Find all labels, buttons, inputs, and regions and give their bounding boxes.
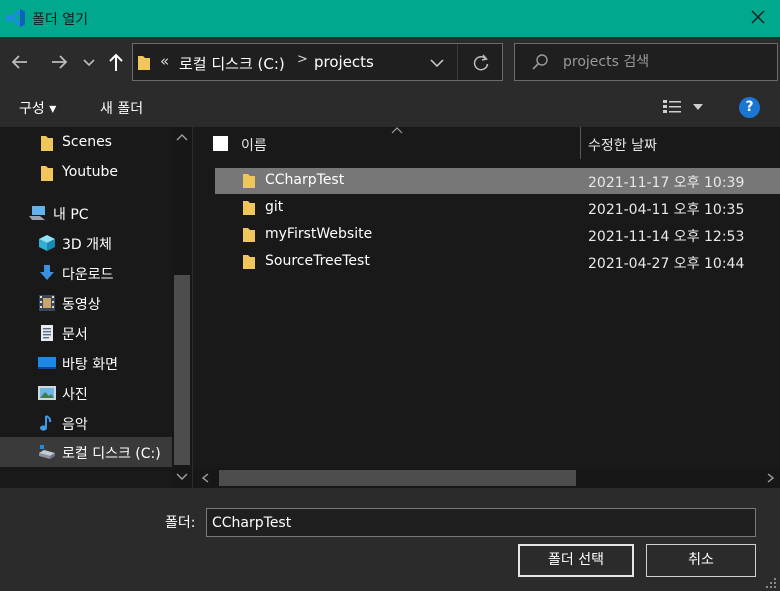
pc-icon bbox=[29, 206, 45, 220]
horizontal-scrollbar[interactable] bbox=[193, 468, 780, 488]
nav-item-music[interactable]: 음악 bbox=[0, 408, 172, 438]
file-name: CCharpTest bbox=[265, 172, 345, 188]
file-row[interactable]: SourceTreeTest 2021-04-27 오후 10:44 bbox=[215, 249, 780, 275]
horizontal-scroll-thumb[interactable] bbox=[219, 470, 576, 486]
document-icon bbox=[41, 325, 53, 341]
nav-item-label: 3D 개체 bbox=[62, 237, 112, 253]
drive-icon bbox=[39, 445, 55, 459]
column-name-header[interactable]: 이름 bbox=[241, 135, 267, 155]
folder-icon bbox=[41, 166, 53, 181]
file-row[interactable]: git 2021-04-11 오후 10:35 bbox=[215, 195, 780, 221]
nav-item-downloads[interactable]: 다운로드 bbox=[0, 258, 172, 288]
column-date-header[interactable]: 수정한 날짜 bbox=[588, 135, 657, 155]
view-details-icon[interactable] bbox=[662, 99, 682, 115]
search-icon bbox=[532, 54, 548, 70]
file-name: git bbox=[265, 199, 284, 215]
file-row[interactable]: CCharpTest 2021-11-17 오후 10:39 bbox=[215, 168, 780, 194]
nav-item-label: 음악 bbox=[62, 417, 88, 433]
address-bar[interactable]: « 로컬 디스크 (C:) > projects bbox=[132, 43, 503, 81]
file-date: 2021-04-27 오후 10:44 bbox=[588, 256, 745, 272]
folder-icon bbox=[41, 136, 53, 151]
nav-item-label: 다운로드 bbox=[62, 267, 114, 283]
nav-item-label: 동영상 bbox=[62, 297, 101, 313]
folder-icon bbox=[243, 228, 255, 242]
file-name: myFirstWebsite bbox=[265, 226, 373, 242]
nav-item-youtube[interactable]: Youtube bbox=[0, 158, 172, 188]
nav-item-label: Scenes bbox=[62, 134, 112, 150]
title-bar: 폴더 열기 bbox=[0, 0, 780, 37]
folder-name-input[interactable] bbox=[206, 508, 756, 537]
desktop-icon bbox=[38, 357, 56, 369]
help-button[interactable]: ? bbox=[739, 97, 760, 118]
address-divider bbox=[457, 44, 458, 80]
nav-item-3d-objects[interactable]: 3D 개체 bbox=[0, 228, 172, 258]
scroll-up-icon[interactable] bbox=[176, 132, 188, 142]
file-row[interactable]: myFirstWebsite 2021-11-14 오후 12:53 bbox=[215, 222, 780, 248]
refresh-icon[interactable] bbox=[471, 53, 491, 73]
dialog-footer: 폴더: 폴더 선택 취소 bbox=[0, 488, 780, 591]
nav-item-label: 사진 bbox=[62, 387, 88, 403]
picture-icon bbox=[38, 386, 56, 400]
video-icon bbox=[39, 295, 55, 311]
file-date: 2021-11-14 오후 12:53 bbox=[588, 229, 745, 245]
folder-icon bbox=[138, 56, 150, 70]
breadcrumb-projects[interactable]: projects bbox=[314, 53, 374, 71]
nav-item-videos[interactable]: 동영상 bbox=[0, 288, 172, 318]
music-icon bbox=[40, 415, 52, 431]
chevron-down-icon[interactable] bbox=[429, 56, 445, 70]
breadcrumb-local-disk[interactable]: 로컬 디스크 (C:) bbox=[179, 53, 285, 74]
nav-item-pictures[interactable]: 사진 bbox=[0, 378, 172, 408]
address-row: « 로컬 디스크 (C:) > projects bbox=[0, 37, 780, 87]
address-overflow-chevrons[interactable]: « bbox=[160, 52, 169, 70]
folder-icon bbox=[243, 255, 255, 269]
nav-item-label: 바탕 화면 bbox=[62, 357, 118, 373]
back-arrow-icon[interactable] bbox=[9, 51, 31, 73]
cube-icon bbox=[39, 235, 55, 251]
command-bar: 구성 ▾ 새 폴더 ? bbox=[0, 87, 780, 127]
view-options-chevron-icon[interactable] bbox=[692, 102, 704, 112]
file-name: SourceTreeTest bbox=[265, 253, 370, 269]
organize-menu[interactable]: 구성 ▾ bbox=[19, 98, 56, 118]
sort-ascending-icon bbox=[391, 127, 403, 134]
new-folder-button[interactable]: 새 폴더 bbox=[100, 98, 143, 118]
close-icon[interactable] bbox=[744, 6, 772, 30]
nav-item-local-disk[interactable]: 로컬 디스크 (C:) bbox=[0, 437, 172, 467]
search-input[interactable] bbox=[563, 51, 763, 73]
cancel-button[interactable]: 취소 bbox=[646, 544, 756, 577]
recent-locations-chevron-icon[interactable] bbox=[82, 51, 96, 73]
vscode-icon bbox=[6, 9, 25, 27]
file-date: 2021-04-11 오후 10:35 bbox=[588, 202, 745, 218]
nav-item-desktop[interactable]: 바탕 화면 bbox=[0, 348, 172, 378]
search-box[interactable] bbox=[514, 43, 778, 81]
nav-item-label: 로컬 디스크 (C:) bbox=[62, 446, 161, 462]
folder-icon bbox=[243, 174, 255, 188]
forward-arrow-icon[interactable] bbox=[48, 51, 70, 73]
column-header: 이름 수정한 날짜 bbox=[193, 127, 780, 163]
nav-item-scenes[interactable]: Scenes bbox=[0, 128, 172, 158]
navigation-pane: Scenes Youtube 내 PC 3D 개체 다운로드 동영상 문서 바탕… bbox=[0, 127, 192, 488]
select-folder-button[interactable]: 폴더 선택 bbox=[518, 544, 634, 577]
window-title: 폴더 열기 bbox=[32, 12, 88, 28]
file-list: 이름 수정한 날짜 CCharpTest 2021-11-17 오후 10:39… bbox=[192, 127, 780, 488]
column-separator[interactable] bbox=[580, 127, 581, 159]
nav-item-this-pc[interactable]: 내 PC bbox=[0, 198, 172, 228]
nav-scroll-thumb[interactable] bbox=[174, 275, 190, 465]
scroll-down-icon[interactable] bbox=[176, 472, 188, 482]
folder-label: 폴더: bbox=[165, 515, 196, 531]
scroll-left-icon[interactable] bbox=[201, 473, 211, 483]
resize-grip-icon[interactable] bbox=[764, 576, 778, 590]
nav-item-label: 문서 bbox=[62, 327, 88, 343]
folder-icon bbox=[243, 201, 255, 215]
nav-scrollbar[interactable] bbox=[172, 127, 192, 488]
nav-item-documents[interactable]: 문서 bbox=[0, 318, 172, 348]
nav-item-label: 내 PC bbox=[53, 207, 89, 223]
select-all-checkbox[interactable] bbox=[213, 136, 228, 151]
up-arrow-icon[interactable] bbox=[105, 51, 127, 73]
download-icon bbox=[40, 265, 54, 280]
nav-item-label: Youtube bbox=[62, 164, 118, 180]
file-date: 2021-11-17 오후 10:39 bbox=[588, 175, 745, 191]
scroll-right-icon[interactable] bbox=[765, 473, 775, 483]
breadcrumb-separator[interactable]: > bbox=[297, 52, 308, 67]
